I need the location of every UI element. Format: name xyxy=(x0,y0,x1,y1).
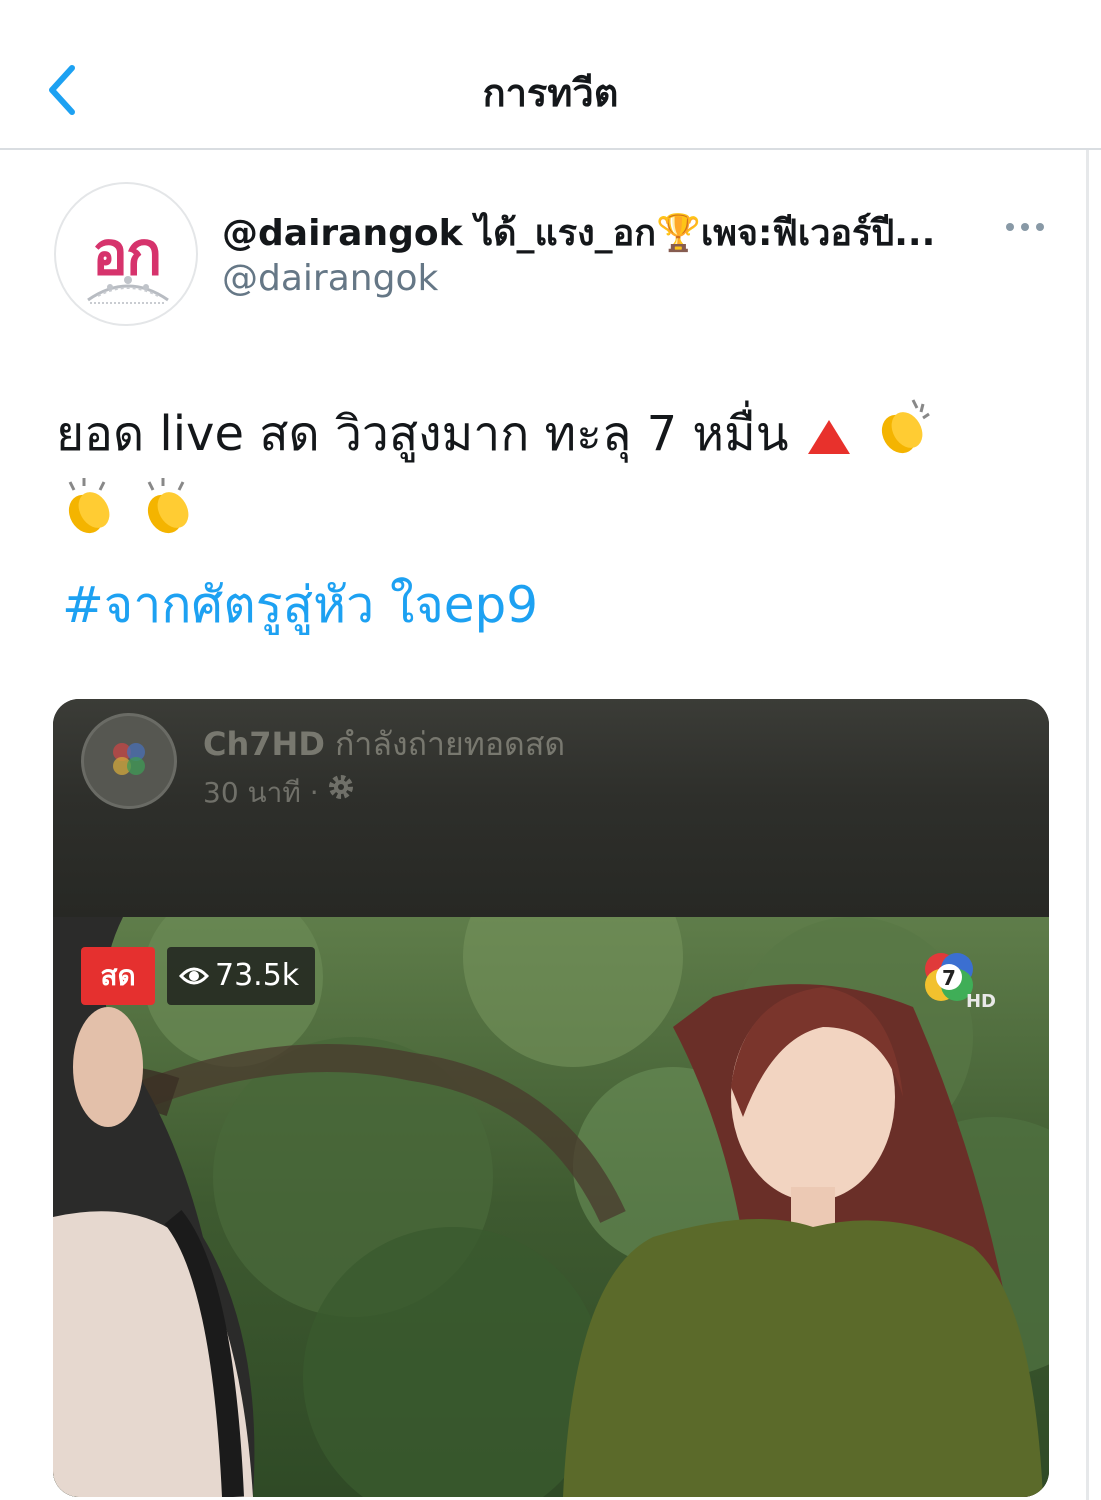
scrollbar[interactable] xyxy=(1086,150,1089,1500)
clapping-hands-icon xyxy=(147,478,189,534)
display-name[interactable]: @dairangok ได้_แรง_อก🏆เพจ:ฟีเวอร์ปี... xyxy=(222,204,992,261)
live-status-text: กำลังถ่ายทอดสด xyxy=(335,725,566,763)
hashtag-link[interactable]: #จากศัตรูสู่หัว ใจep9 xyxy=(62,566,538,645)
live-video-card[interactable]: Ch7HD กำลังถ่ายทอดสด 30 นาที · สด 73.5k … xyxy=(53,699,1049,1497)
clapping-hands-icon xyxy=(881,399,930,454)
post-time: 30 นาที · xyxy=(203,776,319,809)
eye-icon xyxy=(179,967,209,985)
svg-text:HD: HD xyxy=(966,991,996,1012)
tweet-text: ยอด live สด วิวสูงมาก ทะลุ 7 หมื่น xyxy=(56,406,789,462)
viewer-count-badge: 73.5k xyxy=(167,947,315,1005)
svg-text:7: 7 xyxy=(942,966,956,990)
video-post-header: Ch7HD กำลังถ่ายทอดสด 30 นาที · xyxy=(53,699,1049,917)
ch7-hd-logo: 7 HD xyxy=(925,953,996,1012)
ch7-channel-icon xyxy=(113,743,145,775)
red-triangle-up-icon xyxy=(807,420,850,454)
channel-name: Ch7HD xyxy=(203,725,325,763)
viewer-count: 73.5k xyxy=(215,958,300,993)
avatar[interactable]: อก xyxy=(54,182,198,326)
more-options-button[interactable] xyxy=(1002,210,1048,244)
top-navigation-bar: การทวีต xyxy=(0,0,1101,150)
tweet-body: ยอด live สด วิวสูงมาก ทะลุ 7 หมื่น xyxy=(56,394,1046,554)
more-dots-icon xyxy=(1006,223,1044,231)
tiara-icon xyxy=(87,276,169,304)
video-frame[interactable]: สด 73.5k 7 HD xyxy=(53,917,1049,1497)
channel-title: Ch7HD กำลังถ่ายทอดสด xyxy=(203,719,565,770)
page-title: การทวีต xyxy=(482,71,619,115)
channel-avatar xyxy=(81,713,177,809)
gear-icon xyxy=(329,775,353,799)
live-badge: สด xyxy=(81,947,155,1005)
user-handle[interactable]: @dairangok xyxy=(222,258,438,299)
clapping-hands-icon xyxy=(68,478,110,534)
